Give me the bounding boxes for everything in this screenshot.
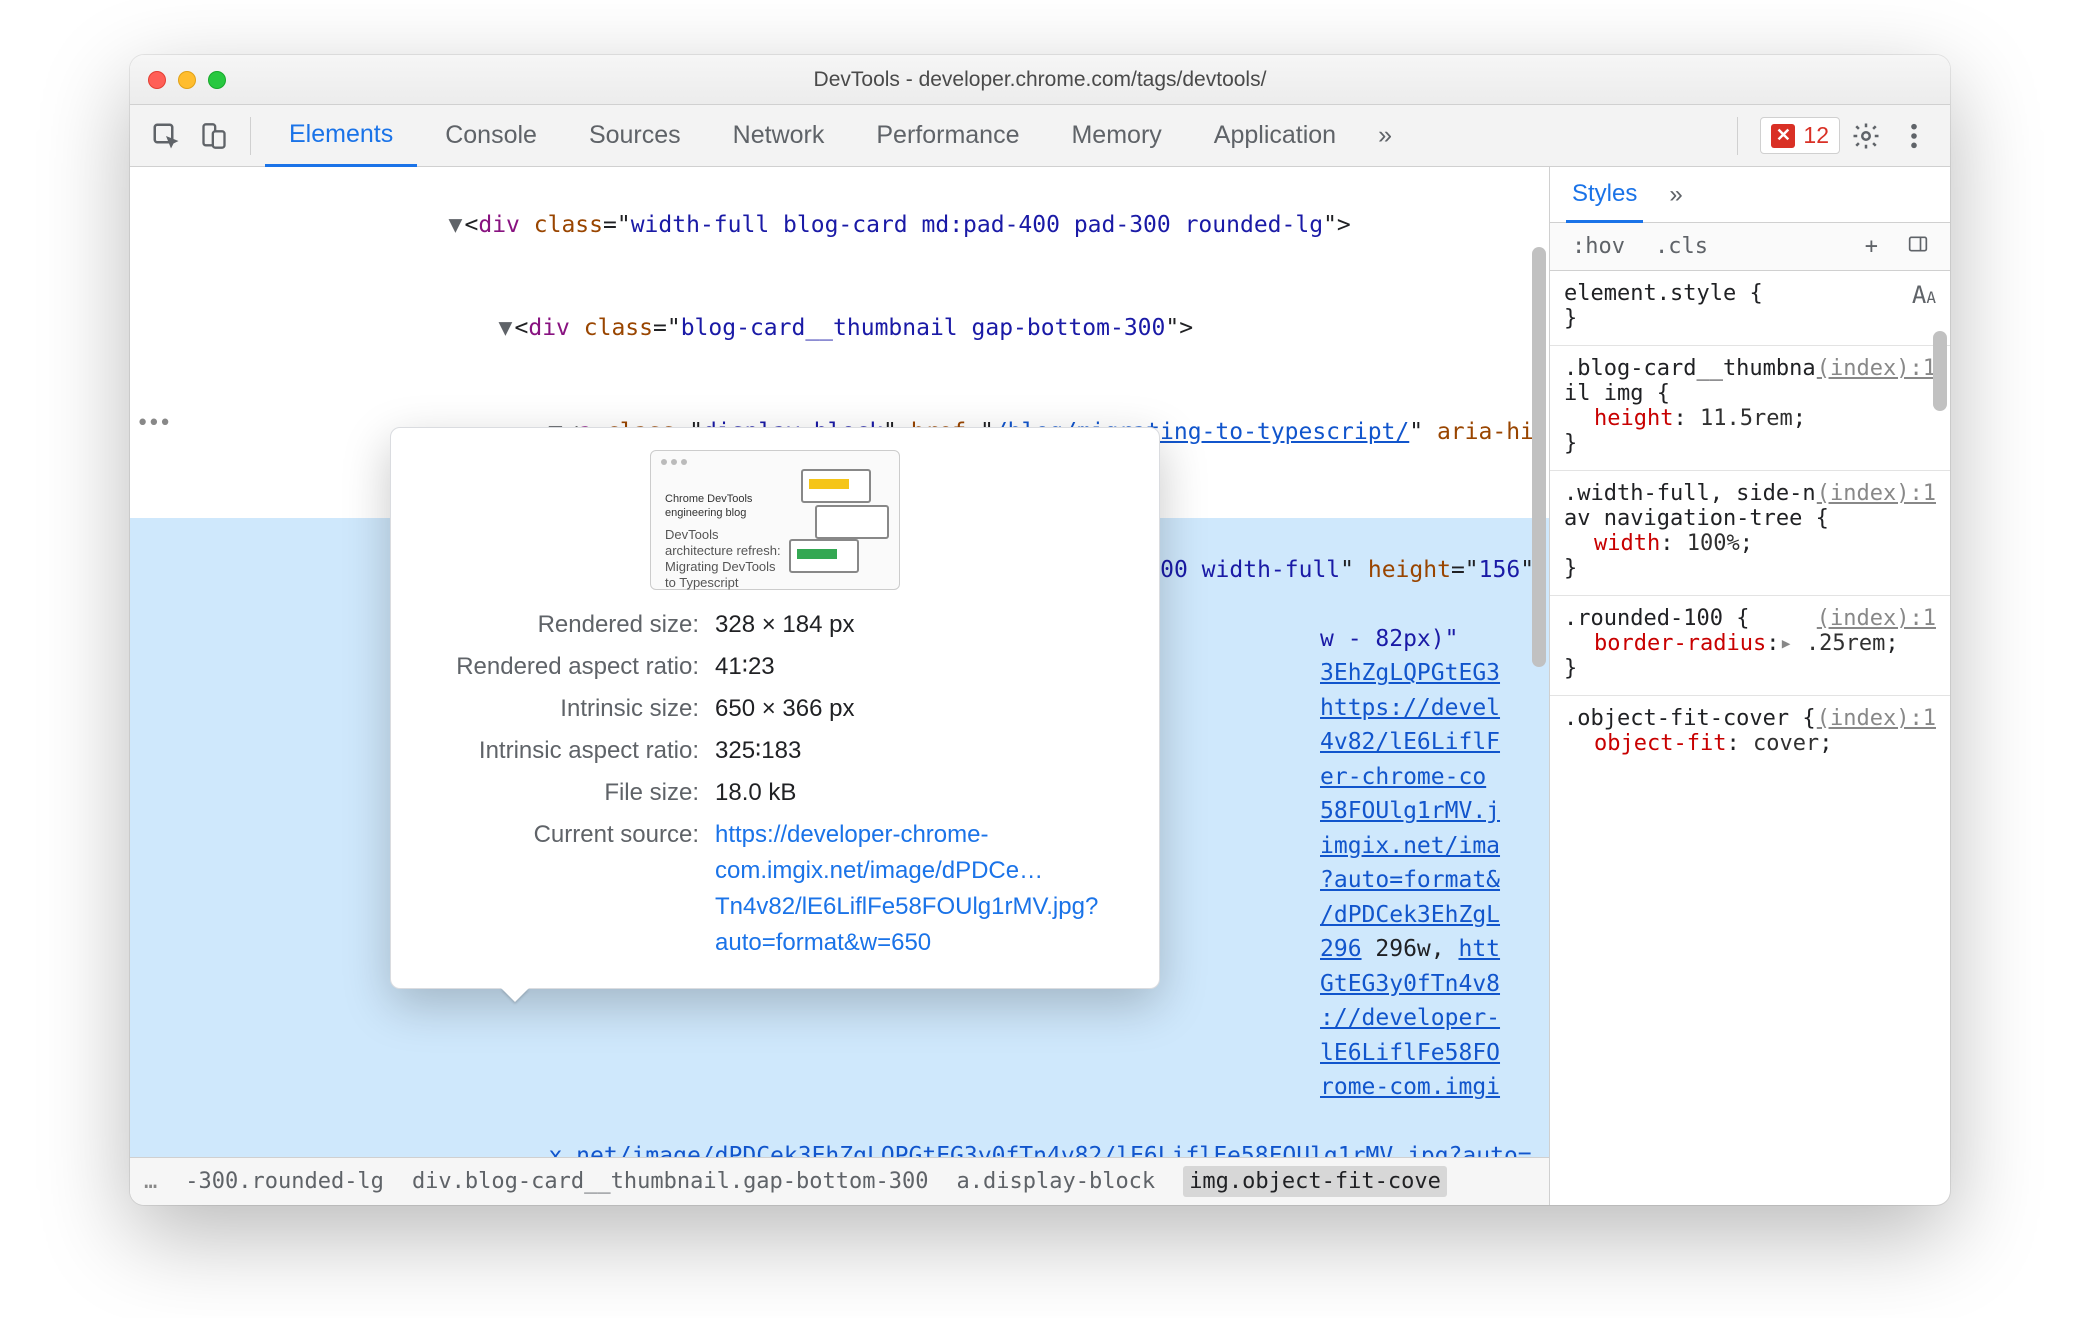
- breadcrumb-item[interactable]: div.blog-card__thumbnail.gap-bottom-300: [412, 1169, 929, 1194]
- minimize-window-button[interactable]: [178, 71, 196, 89]
- selection-marker-icon: •••: [136, 407, 170, 440]
- breadcrumb-item-active[interactable]: img.object-fit-cove: [1183, 1166, 1447, 1197]
- new-rule-icon[interactable]: +: [1857, 232, 1886, 261]
- close-window-button[interactable]: [148, 71, 166, 89]
- breadcrumb-overflow-icon[interactable]: …: [144, 1169, 157, 1194]
- hov-toggle[interactable]: :hov: [1564, 232, 1633, 261]
- thumb-title: Chrome DevTools engineering blog: [665, 493, 785, 521]
- dom-breadcrumbs: … -300.rounded-lg div.blog-card__thumbna…: [130, 1157, 1549, 1205]
- breadcrumb-item[interactable]: a.display-block: [957, 1169, 1156, 1194]
- toolbar-separator: [1737, 117, 1738, 155]
- current-source-link[interactable]: https://developer-chrome-com.imgix.net/i…: [715, 821, 1098, 956]
- styles-scrollbar[interactable]: [1933, 331, 1947, 411]
- style-rule[interactable]: (index):1 .rounded-100 { border-radius:▸…: [1550, 596, 1950, 696]
- elements-panel: ••• ▼<div class="width-full blog-card md…: [130, 167, 1550, 1205]
- tooltip-caret-icon: [501, 988, 529, 1002]
- style-rule[interactable]: (index):1 .width-full, side-nav navigati…: [1550, 471, 1950, 596]
- tab-sources[interactable]: Sources: [565, 105, 705, 166]
- styles-tabs-overflow-icon[interactable]: »: [1663, 167, 1688, 222]
- window-titlebar: DevTools - developer.chrome.com/tags/dev…: [130, 55, 1950, 105]
- panel-tabs: Elements Console Sources Network Perform…: [265, 105, 1723, 166]
- style-rule-element[interactable]: AA element.style { }: [1550, 271, 1950, 346]
- settings-icon[interactable]: [1844, 114, 1888, 158]
- error-count: 12: [1803, 122, 1829, 149]
- rule-source-link[interactable]: (index):1: [1817, 481, 1936, 506]
- tab-styles[interactable]: Styles: [1566, 168, 1643, 223]
- rule-source-link[interactable]: (index):1: [1817, 706, 1936, 731]
- tab-performance[interactable]: Performance: [852, 105, 1043, 166]
- thumbnail-preview: Chrome DevTools engineering blog DevTool…: [650, 450, 900, 590]
- devtools-body: ••• ▼<div class="width-full blog-card md…: [130, 167, 1950, 1205]
- inspect-element-icon[interactable]: [144, 114, 188, 158]
- devtools-window: DevTools - developer.chrome.com/tags/dev…: [130, 55, 1950, 1205]
- toggle-sidebar-icon[interactable]: [1900, 232, 1936, 262]
- dom-tree[interactable]: ••• ▼<div class="width-full blog-card md…: [130, 167, 1549, 1157]
- rule-source-link[interactable]: (index):1: [1817, 606, 1936, 631]
- styles-rules[interactable]: AA element.style { } (index):1 .blog-car…: [1550, 271, 1950, 1205]
- more-options-icon[interactable]: [1892, 114, 1936, 158]
- styles-toolbar: :hov .cls +: [1550, 223, 1950, 271]
- current-source-row: Current source:https://developer-chrome-…: [419, 814, 1131, 964]
- style-rule[interactable]: (index):1 .object-fit-cover { object-fit…: [1550, 696, 1950, 770]
- file-size-row: File size:18.0 kB: [419, 772, 1131, 814]
- dom-node[interactable]: ▼<div class="blog-card__thumbnail gap-bo…: [130, 277, 1549, 381]
- dom-fragment: rome-com.imgi: [130, 1070, 1549, 1105]
- dom-node[interactable]: ▼<div class="width-full blog-card md:pad…: [130, 173, 1549, 277]
- device-toolbar-icon[interactable]: [192, 114, 236, 158]
- dom-fragment: lE6LiflFe58FO: [130, 1036, 1549, 1071]
- devtools-toolbar: Elements Console Sources Network Perform…: [130, 105, 1950, 167]
- thumb-subtitle: DevTools architecture refresh: Migrating…: [665, 527, 785, 592]
- rendered-aspect-row: Rendered aspect ratio:41∶23: [419, 646, 1131, 688]
- tab-elements[interactable]: Elements: [265, 105, 417, 167]
- dom-scrollbar[interactable]: [1532, 247, 1546, 667]
- cls-toggle[interactable]: .cls: [1647, 232, 1716, 261]
- tabs-overflow-icon[interactable]: »: [1364, 105, 1406, 166]
- intrinsic-aspect-row: Intrinsic aspect ratio:325∶183: [419, 730, 1131, 772]
- dom-fragment: x.net/image/dPDCek3EhZgLQPGtEG3y0fTn4v82…: [130, 1105, 1549, 1158]
- tab-memory[interactable]: Memory: [1047, 105, 1185, 166]
- styles-panel: Styles » :hov .cls + AA element.style { …: [1550, 167, 1950, 1205]
- style-rule[interactable]: (index):1 .blog-card__thumbnail img { he…: [1550, 346, 1950, 471]
- zoom-window-button[interactable]: [208, 71, 226, 89]
- breadcrumb-item[interactable]: -300.rounded-lg: [185, 1169, 384, 1194]
- styles-tabs: Styles »: [1550, 167, 1950, 223]
- intrinsic-size-row: Intrinsic size:650 × 366 px: [419, 688, 1131, 730]
- font-size-icon[interactable]: AA: [1912, 281, 1936, 309]
- tab-console[interactable]: Console: [421, 105, 561, 166]
- tab-application[interactable]: Application: [1190, 105, 1360, 166]
- window-title: DevTools - developer.chrome.com/tags/dev…: [130, 68, 1950, 92]
- console-errors-badge[interactable]: ✕ 12: [1760, 117, 1840, 154]
- rule-source-link[interactable]: (index):1: [1817, 356, 1936, 381]
- dom-fragment: ://developer-: [130, 1001, 1549, 1036]
- rendered-size-row: Rendered size:328 × 184 px: [419, 604, 1131, 646]
- window-controls: [148, 71, 226, 89]
- tab-network[interactable]: Network: [709, 105, 849, 166]
- toolbar-separator: [250, 117, 251, 155]
- error-icon: ✕: [1771, 124, 1795, 148]
- image-hover-tooltip: Chrome DevTools engineering blog DevTool…: [390, 427, 1160, 989]
